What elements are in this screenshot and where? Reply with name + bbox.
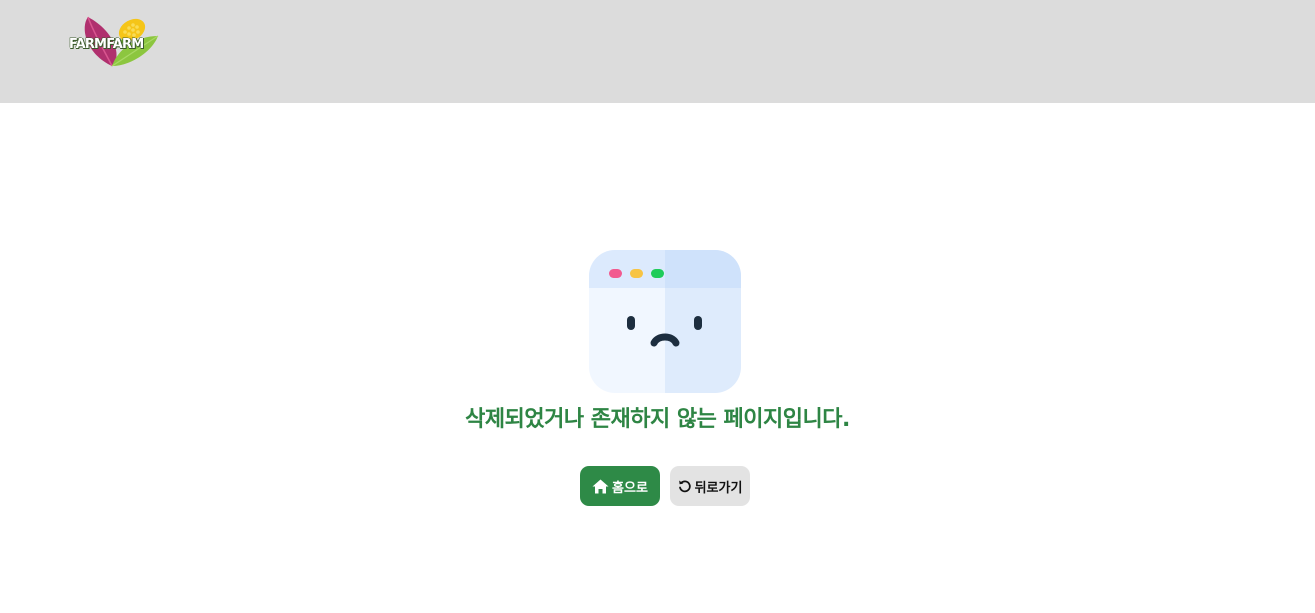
undo-icon [678, 479, 692, 493]
sad-browser-window-icon [589, 250, 741, 393]
home-button-label: 홈으로 [612, 480, 648, 496]
site-header: FARMFARM [0, 0, 1315, 103]
not-found-message: 삭제되었거나 존재하지 않는 페이지입니다. [465, 407, 850, 432]
logo-text: FARMFARM [69, 37, 144, 52]
home-button[interactable]: 홈으로 [580, 466, 660, 506]
back-button[interactable]: 뒤로가기 [670, 466, 750, 506]
home-icon [592, 479, 609, 494]
back-button-label: 뒤로가기 [694, 480, 743, 496]
farmfarm-logo[interactable]: FARMFARM [68, 14, 168, 74]
